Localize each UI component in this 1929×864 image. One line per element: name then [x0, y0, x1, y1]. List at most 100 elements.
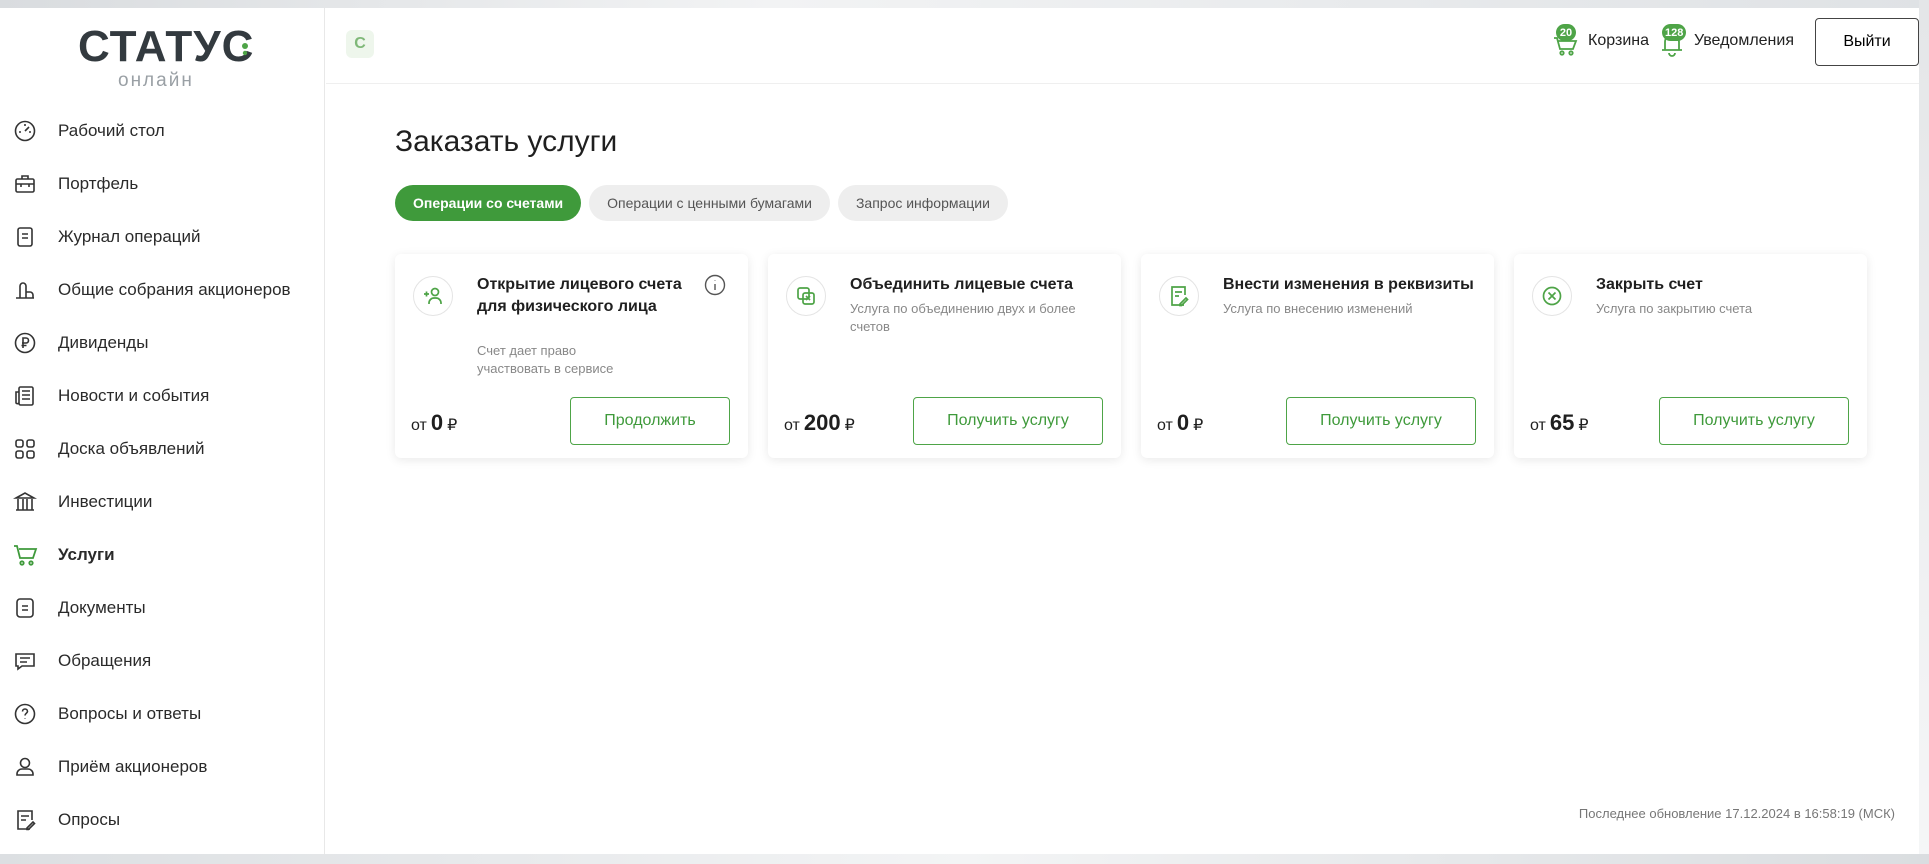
card-price: от 200 ₽ — [784, 410, 855, 436]
sidebar-item-dashboard[interactable]: Рабочий стол — [0, 104, 325, 157]
sidebar-item-label: Рабочий стол — [58, 120, 165, 140]
logo-mark-icon — [242, 43, 248, 56]
sidebar-item-appeals[interactable]: Обращения — [0, 634, 325, 687]
price-value: 200 — [803, 410, 841, 435]
price-currency: ₽ — [844, 417, 855, 434]
app-window: СТАТУС онлайн Рабочий стол Портфель Журн… — [0, 0, 1929, 864]
sidebar-item-label: Услуги — [58, 544, 115, 564]
investments-icon — [12, 489, 38, 515]
cart-label: Корзина — [1588, 32, 1649, 49]
tab-securities-operations[interactable]: Операции с ценными бумагами — [589, 185, 830, 221]
logo[interactable]: СТАТУС онлайн — [70, 22, 270, 92]
get-service-button[interactable]: Получить услугу — [1659, 397, 1849, 445]
card-description: Счет дает право участвовать в сервисе — [477, 343, 614, 376]
price-value: 0 — [430, 410, 444, 435]
sidebar-item-services[interactable]: Услуги — [0, 528, 325, 581]
briefcase-icon — [12, 171, 38, 197]
cart-count-badge: 20 — [1556, 24, 1577, 41]
news-icon — [12, 383, 38, 409]
sidebar-item-portfolio[interactable]: Портфель — [0, 157, 325, 210]
card-description: Услуга по закрытию счета — [1596, 301, 1753, 316]
card-description: Услуга по внесению изменений — [1223, 301, 1413, 316]
sidebar-item-faq[interactable]: Вопросы и ответы — [0, 687, 325, 740]
tab-info-request[interactable]: Запрос информации — [837, 185, 1008, 221]
board-icon — [12, 436, 38, 462]
sidebar-item-label: Общие собрания акционеров — [58, 279, 291, 299]
sidebar-item-label: Приём акционеров — [58, 756, 208, 776]
sidebar-item-label: Новости и события — [58, 385, 210, 405]
frame-right — [1919, 0, 1929, 864]
cart-button[interactable]: 20 Корзина — [1550, 24, 1649, 58]
brand-mini-icon: С — [346, 30, 374, 58]
bell-icon: 128 — [1656, 24, 1688, 58]
service-tabs: Операции со счетами Операции с ценными б… — [395, 185, 1008, 221]
sidebar-item-journal[interactable]: Журнал операций — [0, 210, 325, 263]
card-title: Открытие лицевого счета для физического … — [477, 276, 682, 315]
price-currency: ₽ — [1193, 417, 1204, 434]
logo-text: СТАТУС — [78, 22, 255, 71]
price-prefix: от — [1157, 417, 1173, 434]
service-cards: Открытие лицевого счета для физического … — [395, 254, 1867, 458]
service-card-open-account: Открытие лицевого счета для физического … — [395, 254, 748, 458]
card-title: Внести изменения в реквизиты — [1223, 276, 1474, 293]
sidebar-item-meetings[interactable]: Общие собрания акционеров — [0, 263, 325, 316]
card-description: Услуга по объединению двух и более счето… — [850, 301, 1076, 334]
sidebar-item-news[interactable]: Новости и события — [0, 369, 325, 422]
sidebar-item-documents[interactable]: Документы — [0, 581, 325, 634]
sidebar-item-label: Дивиденды — [58, 332, 149, 352]
get-service-button[interactable]: Получить услугу — [913, 397, 1103, 445]
sidebar-item-board[interactable]: Доска объявлений — [0, 422, 325, 475]
price-value: 65 — [1549, 410, 1575, 435]
notifications-label: Уведомления — [1693, 32, 1794, 49]
sidebar-nav: Рабочий стол Портфель Журнал операций Об… — [0, 104, 325, 846]
edit-doc-icon — [1159, 276, 1199, 316]
continue-button[interactable]: Продолжить — [570, 397, 730, 445]
card-price: от 0 ₽ — [1157, 410, 1203, 436]
sidebar-item-surveys[interactable]: Опросы — [0, 793, 325, 846]
sidebar-item-label: Портфель — [58, 173, 139, 193]
price-prefix: от — [1530, 417, 1546, 434]
page-title: Заказать услуги — [395, 125, 618, 158]
sidebar-item-investments[interactable]: Инвестиции — [0, 475, 325, 528]
survey-icon — [12, 807, 38, 833]
card-price: от 0 ₽ — [411, 410, 457, 436]
sidebar-item-label: Журнал операций — [58, 226, 201, 246]
sidebar-item-label: Вопросы и ответы — [58, 703, 202, 723]
card-title: Объединить лицевые счета — [850, 276, 1074, 293]
service-card-close-account: Закрыть счет Услуга по закрытию счета от… — [1514, 254, 1867, 458]
info-icon[interactable] — [704, 274, 726, 296]
card-title: Закрыть счет — [1596, 276, 1703, 293]
sidebar: СТАТУС онлайн Рабочий стол Портфель Журн… — [0, 8, 325, 854]
sidebar-item-label: Документы — [58, 597, 146, 617]
frame-top — [0, 0, 1929, 8]
service-card-change-details: Внести изменения в реквизиты Услуга по в… — [1141, 254, 1494, 458]
notifications-count-badge: 128 — [1661, 24, 1687, 41]
dashboard-icon — [12, 118, 38, 144]
meeting-icon — [12, 277, 38, 303]
service-card-merge-accounts: Объединить лицевые счета Услуга по объед… — [768, 254, 1121, 458]
documents-icon — [12, 595, 38, 621]
get-service-button[interactable]: Получить услугу — [1286, 397, 1476, 445]
tab-account-operations[interactable]: Операции со счетами — [395, 185, 582, 221]
journal-icon — [12, 224, 38, 250]
price-prefix: от — [411, 417, 427, 434]
price-currency: ₽ — [447, 417, 458, 434]
logout-button[interactable]: Выйти — [1815, 18, 1919, 66]
logo-subtitle: онлайн — [118, 70, 194, 91]
merge-icon — [786, 276, 826, 316]
price-prefix: от — [784, 417, 800, 434]
notifications-button[interactable]: 128 Уведомления — [1656, 24, 1794, 58]
cart-icon — [12, 542, 38, 568]
person-icon — [12, 754, 38, 780]
frame-bottom — [0, 854, 1929, 864]
sidebar-item-label: Обращения — [58, 650, 152, 670]
add-person-icon — [413, 276, 453, 316]
question-icon — [12, 701, 38, 727]
sidebar-item-label: Инвестиции — [58, 491, 153, 511]
chat-icon — [12, 648, 38, 674]
last-update-text: Последнее обновление 17.12.2024 в 16:58:… — [1578, 806, 1895, 821]
card-price: от 65 ₽ — [1530, 410, 1589, 436]
price-value: 0 — [1176, 410, 1190, 435]
sidebar-item-reception[interactable]: Приём акционеров — [0, 740, 325, 793]
sidebar-item-dividends[interactable]: Дивиденды — [0, 316, 325, 369]
